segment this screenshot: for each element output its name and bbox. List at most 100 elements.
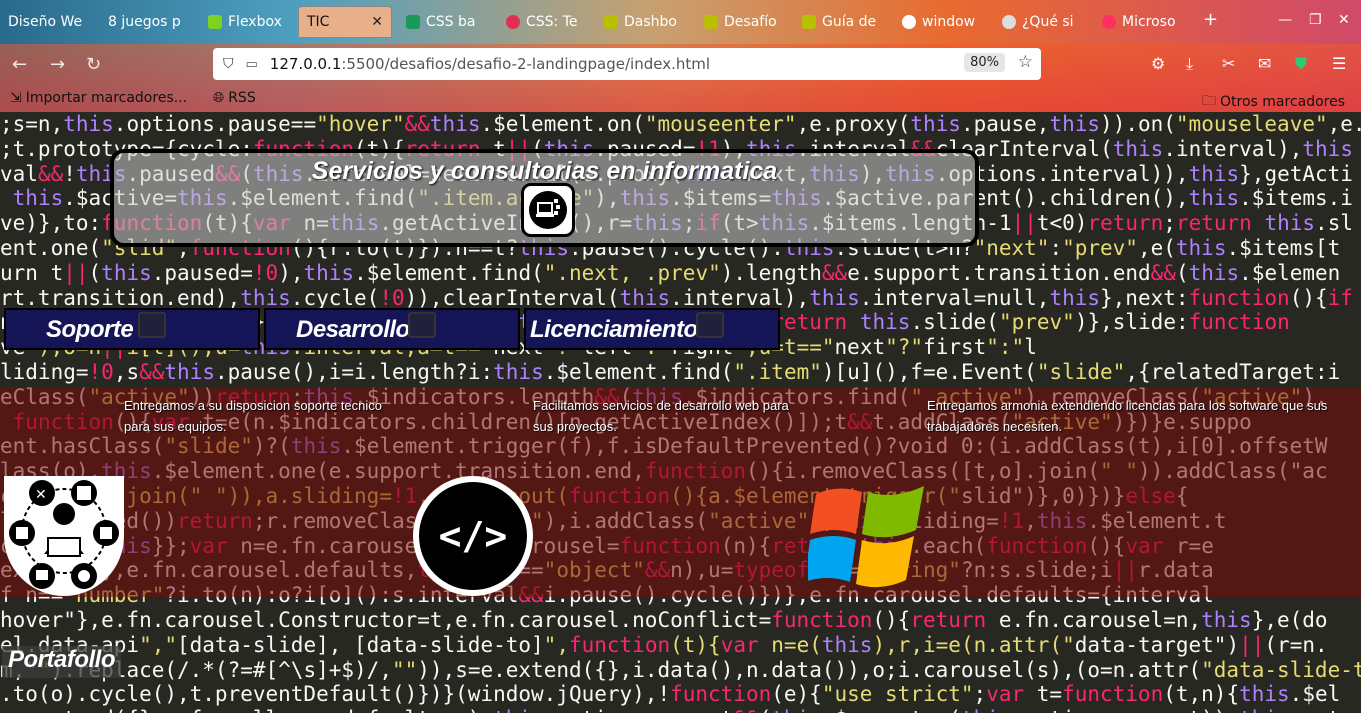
tab-8[interactable]: Guía de [794, 6, 890, 38]
tab-label: CSS ba [426, 14, 476, 30]
service-text-soporte: Entregamos a su disposicion soporte tecn… [124, 398, 382, 434]
folder-icon: 🗀 [1202, 93, 1216, 109]
code-line: rt.transition.end),this.cycle(!0)),clear… [0, 285, 1353, 310]
url-path: :5500/desafios/desafio-2-landingpage/ind… [341, 55, 711, 73]
url-bar[interactable]: ⛉ ▭ 127.0.0.1:5500/desafios/desafio-2-la… [213, 48, 1041, 80]
close-window-icon[interactable]: ✕ [1338, 12, 1350, 28]
back-icon[interactable]: ← [12, 54, 27, 75]
tab-3-active[interactable]: TIC ✕ [298, 6, 392, 38]
nav-tab-soporte[interactable]: Soporte [4, 308, 260, 350]
css-favicon-icon [506, 15, 520, 29]
browser-chrome: Diseño We 8 juegos p Flexbox TIC ✕ CSS b… [0, 0, 1361, 112]
portafolio-heading[interactable]: Portafollo [2, 646, 121, 678]
license-icon [696, 312, 724, 338]
page-info-icon[interactable]: ▭ [246, 57, 258, 72]
menu-icon[interactable]: ☰ [1332, 54, 1346, 73]
code-line: urn t||(this.paused=!0),this.$element.fi… [0, 260, 1341, 285]
bookmark-label: RSS [228, 90, 256, 106]
code-line: hover"},e.fn.carousel.Constructor=t,e.fn… [0, 607, 1328, 632]
tab-label: ¿Qué si [1022, 14, 1074, 30]
tab-0[interactable]: Diseño We [0, 6, 96, 38]
code-line: el.data-api","[data-slide], [data-slide-… [0, 632, 1328, 657]
bookmark-label: Otros marcadores [1220, 94, 1346, 110]
new-tab-button[interactable]: + [1203, 9, 1218, 30]
bookmark-star-icon[interactable]: ☆ [1018, 52, 1033, 72]
tab-4[interactable]: CSS ba [398, 6, 494, 38]
services-section: Entregamos a su disposicion soporte tecn… [0, 387, 1361, 597]
other-bookmarks-folder[interactable]: 🗀 Otros marcadores [1202, 90, 1345, 112]
globe-icon: 🌐︎ [213, 90, 225, 106]
tab-label: Desafío [724, 14, 777, 30]
computer-logo-icon [529, 191, 567, 229]
minimize-icon[interactable]: — [1278, 12, 1292, 28]
bookmark-label: Importar marcadores... [25, 90, 188, 106]
tab-label: Flexbox [228, 14, 282, 30]
tab-6[interactable]: Dashbo [596, 6, 692, 38]
tab-label: 8 juegos p [108, 14, 181, 30]
tab-label: Diseño We [8, 14, 83, 30]
nav-toolbar: ← → ↻ ⛉ ▭ 127.0.0.1:5500/desafios/desafi… [0, 44, 1361, 84]
download-icon[interactable]: ⤓ [1186, 54, 1193, 74]
page-viewport: ;s=n,this.options.pause=="hover"&&this.$… [0, 112, 1361, 713]
bookmarks-bar: ⇲ Importar marcadores... 🌐︎ RSS 🗀 Otros … [0, 86, 1361, 112]
code-window-icon [408, 312, 436, 338]
windows-logo-icon [804, 476, 926, 594]
page-title: Servicios y consultorias en informatica [311, 157, 778, 185]
tab-label: Guía de [822, 14, 877, 30]
bracket-favicon-icon [604, 15, 618, 29]
code-line: liding=!0,s&&this.pause(),i=i.length?i:t… [0, 359, 1341, 384]
flexbox-favicon-icon [208, 15, 222, 29]
vpn-shield-icon[interactable]: ⛊ [1295, 54, 1307, 74]
code-line: =e.extend({},e.fn.collapse.defaults,n),t… [0, 707, 1361, 713]
logo [521, 183, 575, 237]
close-icon[interactable]: ✕ [371, 14, 383, 30]
rss-bookmark[interactable]: 🌐︎ RSS [213, 90, 256, 106]
google-favicon-icon [902, 15, 916, 29]
tab-label: CSS: Te [526, 14, 578, 30]
support-illustration: ✕ [4, 476, 124, 596]
mail-icon[interactable]: ✉ [1258, 54, 1271, 73]
code-line: ;s=n,this.options.pause=="hover"&&this.$… [0, 112, 1361, 136]
nav-tab-licenciamiento[interactable]: Licenciamiento [524, 308, 780, 350]
tab-11[interactable]: Microso [1094, 6, 1190, 38]
bracket-favicon-icon [704, 15, 718, 29]
tab-label: Dashbo [624, 14, 677, 30]
tab-label: Microso [1122, 14, 1176, 30]
reload-icon[interactable]: ↻ [86, 54, 101, 75]
tab-9[interactable]: window [894, 6, 990, 38]
header-banner: Servicios y consultorias en informatica [110, 149, 979, 247]
tab-5[interactable]: CSS: Te [498, 6, 594, 38]
import-bookmarks-button[interactable]: ⇲ Importar marcadores... [10, 90, 187, 106]
import-icon: ⇲ [10, 90, 22, 106]
code-brackets-icon: </> [413, 476, 533, 596]
code-line: m,"").replace(/.*(?=#[^\s]+$)/,"")),s=e.… [0, 657, 1361, 682]
site-favicon-icon [1002, 15, 1016, 29]
tab-10[interactable]: ¿Qué si [994, 6, 1090, 38]
microsoft-favicon-icon [1102, 15, 1116, 29]
nav-tab-label: Desarrollo [296, 316, 410, 343]
bracket-favicon-icon [802, 15, 816, 29]
url-host: 127.0.0.1 [269, 55, 342, 73]
tab-1[interactable]: 8 juegos p [100, 6, 196, 38]
maximize-icon[interactable]: ❐ [1309, 12, 1322, 28]
support-icon [138, 312, 166, 338]
nav-tab-label: Soporte [46, 316, 134, 343]
code-line: .to(o).cycle(),t.preventDefault()})}(win… [0, 682, 1341, 707]
nav-tab-desarrollo[interactable]: Desarrollo [264, 308, 520, 350]
screenshot-icon[interactable]: ✂ [1222, 54, 1235, 73]
w3-favicon-icon [406, 15, 420, 29]
tab-strip: Diseño We 8 juegos p Flexbox TIC ✕ CSS b… [0, 0, 1361, 44]
tab-label: TIC [307, 14, 330, 30]
shield-icon[interactable]: ⛉ [223, 56, 234, 72]
svg-text:✕: ✕ [35, 487, 47, 503]
zoom-level[interactable]: 80% [964, 53, 1005, 72]
tab-7[interactable]: Desafío [696, 6, 792, 38]
forward-icon[interactable]: → [50, 54, 65, 75]
gear-icon[interactable]: ⚙ [1151, 54, 1165, 73]
nav-tab-label: Licenciamiento [530, 316, 698, 343]
service-text-licenciamiento: Entregamos armonia extendiendo licencias… [927, 398, 1328, 434]
service-text-desarrollo: Facilitamos servicios de desarrollo web … [533, 398, 789, 434]
tab-2[interactable]: Flexbox [200, 6, 296, 38]
technician-icon: ✕ [9, 480, 119, 589]
tab-label: window [922, 14, 976, 30]
